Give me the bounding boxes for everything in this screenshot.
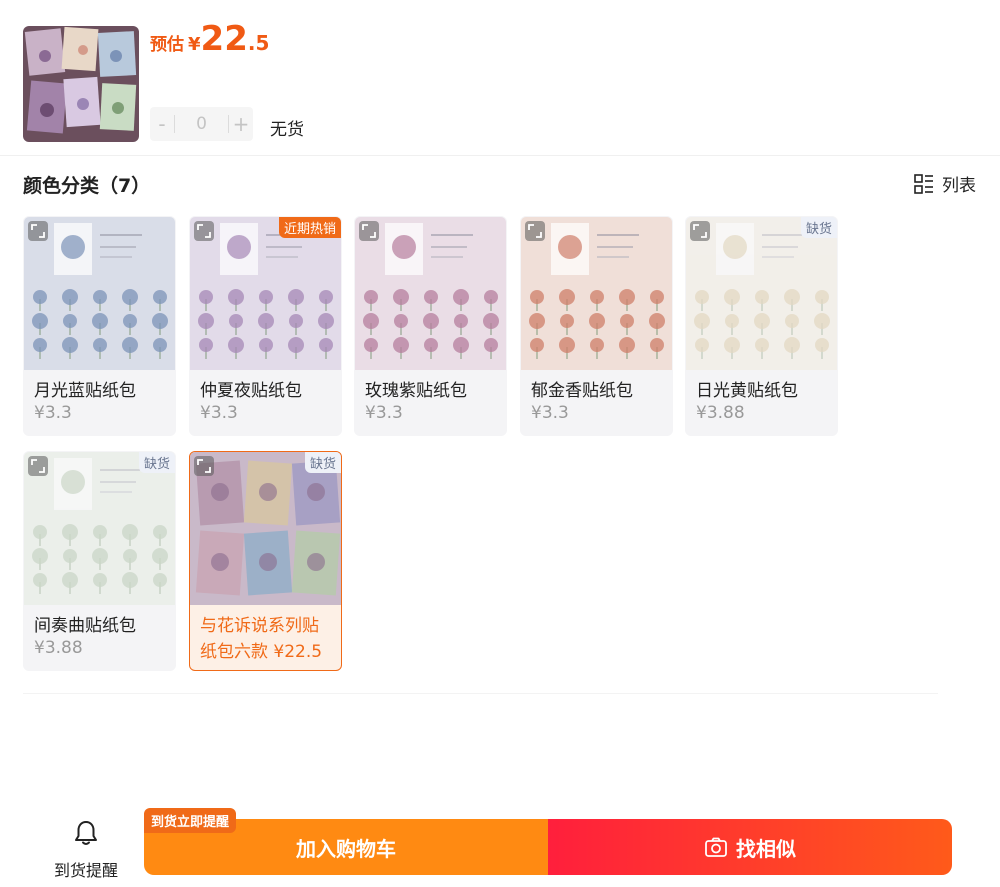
price-decimal: .5 [247,31,270,55]
sku-name-line-2: 纸包六款 ¥22.5 [200,642,323,662]
find-similar-label: 找相似 [736,836,796,861]
list-view-toggle[interactable]: 列表 [914,171,976,196]
sku-card-six-pack-bundle[interactable]: 缺货 与花诉说系列贴 纸包六款 ¥22.5 [189,451,342,671]
list-view-icon [914,173,933,194]
out-of-stock-badge: 缺货 [304,452,341,473]
zoom-icon[interactable] [690,221,710,241]
quantity-input[interactable]: 0 [175,114,228,134]
sku-name: 郁金香贴纸包 [531,381,633,401]
price-label: 预估 [150,35,184,55]
sku-card-sunlight-yellow[interactable]: 缺货 日光黄贴纸包 ¥3.88 [685,216,838,436]
hot-sale-badge: 近期热销 [278,217,341,238]
quantity-stepper: - 0 + [150,107,253,141]
bell-icon [75,821,97,845]
find-similar-button[interactable]: 找相似 [548,819,952,875]
sku-price: ¥3.88 [34,638,83,658]
sku-name: 仲夏夜贴纸包 [200,381,302,401]
zoom-icon[interactable] [28,456,48,476]
divider [0,155,1000,156]
zoom-icon[interactable] [194,221,214,241]
sku-card-midsummer-night[interactable]: 近期热销 仲夏夜贴纸包 ¥3.3 [189,216,342,436]
sku-price: ¥3.88 [696,403,745,423]
sku-name: 间奏曲贴纸包 [34,616,136,636]
out-of-stock-badge: 缺货 [138,452,175,473]
restock-notify-button[interactable]: 到货提醒 [48,819,124,881]
sku-price: ¥3.3 [365,403,403,423]
restock-reminder-tag: 到货立即提醒 [144,808,237,833]
sku-card-interlude[interactable]: 缺货 间奏曲贴纸包 ¥3.88 [23,451,176,671]
price-currency: ¥ [188,34,201,55]
sku-price: ¥3.3 [34,403,72,423]
add-to-cart-label: 加入购物车 [296,836,396,861]
restock-notify-label: 到货提醒 [53,861,118,880]
sku-name-line-1: 与花诉说系列贴 [200,616,319,636]
sku-name: 日光黄贴纸包 [696,381,798,401]
stock-status: 无货 [270,120,304,140]
list-view-label: 列表 [942,176,976,196]
zoom-icon[interactable] [525,221,545,241]
sku-card-moonlight-blue[interactable]: 月光蓝贴纸包 ¥3.3 [23,216,176,436]
estimated-price: 预估 ¥ 22 .5 [150,22,269,56]
sku-card-tulip[interactable]: 郁金香贴纸包 ¥3.3 [520,216,673,436]
camera-icon [705,837,727,857]
increase-button[interactable]: + [229,107,253,141]
section-title: 颜色分类（7） [23,175,151,197]
sku-price: ¥3.3 [200,403,238,423]
sku-card-rose-purple[interactable]: 玫瑰紫贴纸包 ¥3.3 [354,216,507,436]
zoom-icon[interactable] [28,221,48,241]
price-integer: 22 [200,19,248,59]
sku-price: ¥3.3 [531,403,569,423]
sku-name: 玫瑰紫贴纸包 [365,381,467,401]
sku-name: 月光蓝贴纸包 [34,381,136,401]
decrease-button[interactable]: - [150,107,174,141]
zoom-icon[interactable] [359,221,379,241]
divider [23,693,938,694]
product-thumbnail[interactable] [23,26,139,142]
out-of-stock-badge: 缺货 [800,217,837,238]
zoom-icon[interactable] [194,456,214,476]
